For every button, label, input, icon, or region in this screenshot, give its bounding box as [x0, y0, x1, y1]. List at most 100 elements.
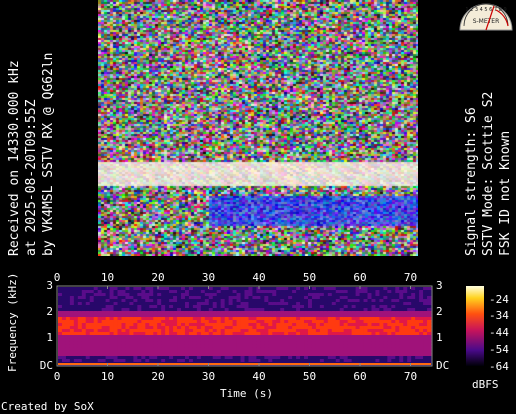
spectrogram-cell — [276, 317, 281, 321]
spectrogram-cell — [411, 344, 416, 348]
spectrogram-cell — [264, 314, 269, 318]
spectrogram-cell — [268, 350, 273, 354]
spectrogram-cell — [121, 296, 126, 300]
spectrogram-cell — [248, 317, 253, 321]
spectrogram-cell — [192, 308, 198, 312]
spectrogram-cell — [423, 350, 428, 354]
spectrogram-cell — [93, 341, 99, 345]
spectrogram-cell — [113, 344, 118, 348]
spectrogram-cell — [212, 320, 218, 324]
spectrogram-cell — [157, 326, 162, 330]
spectrogram-cell — [121, 299, 126, 303]
spectrogram-cell — [359, 305, 364, 309]
spectrogram-cell — [204, 347, 210, 351]
spectrogram-cell — [228, 296, 233, 300]
spectrogram-cell — [288, 344, 293, 348]
spectrogram-cell — [236, 320, 241, 324]
spectrogram-cell — [85, 302, 91, 306]
spectrogram-cell — [264, 326, 269, 330]
spectrogram-cell — [173, 287, 178, 291]
spectrogram-cell — [403, 335, 408, 339]
spectrogram-cell — [387, 314, 392, 318]
spectrogram-cell — [153, 314, 158, 318]
spectrogram-cell — [58, 287, 63, 291]
spectrogram-cell — [89, 350, 95, 354]
spectrogram-cell — [188, 326, 194, 330]
spectrogram-cell — [169, 320, 174, 324]
spectrogram-cell — [335, 296, 341, 300]
spectrogram-cell — [149, 344, 154, 348]
spectrogram-cell — [73, 314, 79, 318]
spectrogram-cell — [419, 293, 424, 297]
spectrogram-cell — [423, 347, 428, 351]
spectrogram-cell — [276, 332, 281, 336]
spectrogram-cell — [311, 314, 317, 318]
spectrogram-cell — [264, 350, 269, 354]
spectrogram-cell — [359, 317, 364, 321]
spectrogram-cell — [216, 338, 222, 342]
spectrogram-cell — [149, 338, 154, 342]
spectrogram-cell — [216, 305, 222, 309]
spectrogram-cell — [133, 332, 138, 336]
spectrogram-cell — [105, 308, 110, 312]
spectrogram-cell — [419, 323, 424, 327]
x-tick-label-top: 60 — [353, 271, 366, 284]
spectrogram-cell — [268, 359, 273, 363]
spectrogram-cell — [109, 296, 114, 300]
spectrogram-cell — [58, 326, 63, 330]
spectrogram-cell — [411, 314, 416, 318]
spectrogram-cell — [260, 341, 265, 345]
spectrogram-cell — [244, 302, 249, 306]
spectrogram-cell — [81, 308, 87, 312]
spectrogram-cell — [184, 326, 190, 330]
spectrogram-cell — [97, 359, 103, 363]
spectrogram-cell — [141, 341, 146, 345]
spectrogram-cell — [427, 359, 432, 363]
spectrogram-cell — [355, 329, 360, 333]
spectrogram-cell — [260, 296, 265, 300]
spectrogram-cell — [343, 329, 349, 333]
spectrogram-cell — [141, 296, 146, 300]
spectrogram-cell — [101, 335, 107, 339]
spectrogram-cell — [192, 353, 198, 357]
spectrogram-cell — [97, 296, 103, 300]
spectrogram-cell — [232, 335, 237, 339]
spectrogram-cell — [149, 314, 154, 318]
spectrogram-cell — [97, 323, 103, 327]
spectrogram-cell — [355, 317, 360, 321]
spectrogram-cell — [407, 299, 412, 303]
spectrogram-cell — [331, 320, 337, 324]
spectrogram-cell — [220, 290, 226, 294]
spectrogram-cell — [359, 320, 364, 324]
spectrogram-cell — [149, 323, 154, 327]
spectrogram-cell — [81, 290, 87, 294]
spectrogram-cell — [173, 314, 178, 318]
spectrogram-cell — [145, 335, 150, 339]
spectrogram-cell — [280, 317, 285, 321]
spectrogram-cell — [73, 317, 79, 321]
spectrogram-cell — [363, 323, 368, 327]
spectrogram-cell — [173, 311, 178, 315]
spectrogram-cell — [93, 356, 99, 360]
spectrogram-cell — [315, 299, 321, 303]
spectrogram-cell — [359, 335, 364, 339]
spectrogram-cell — [173, 320, 178, 324]
spectrogram-cell — [411, 332, 416, 336]
spectrogram-cell — [105, 317, 110, 321]
spectrogram-cell — [184, 329, 190, 333]
spectrogram-cell — [331, 290, 337, 294]
spectrogram-cell — [224, 320, 230, 324]
spectrogram-cell — [165, 302, 170, 306]
spectrogram-cell — [173, 344, 178, 348]
spectrogram-cell — [375, 326, 380, 330]
spectrogram-cell — [272, 347, 277, 351]
spectrogram-cell — [264, 293, 269, 297]
spectrogram-cell — [184, 344, 190, 348]
spectrogram-cell — [181, 317, 186, 321]
spectrogram-cell — [311, 320, 317, 324]
spectrogram-cell — [351, 347, 357, 351]
spectrogram-cell — [319, 356, 325, 360]
spectrogram-cell — [292, 350, 297, 354]
spectrogram-cell — [307, 353, 313, 357]
spectrogram-cell — [363, 320, 368, 324]
